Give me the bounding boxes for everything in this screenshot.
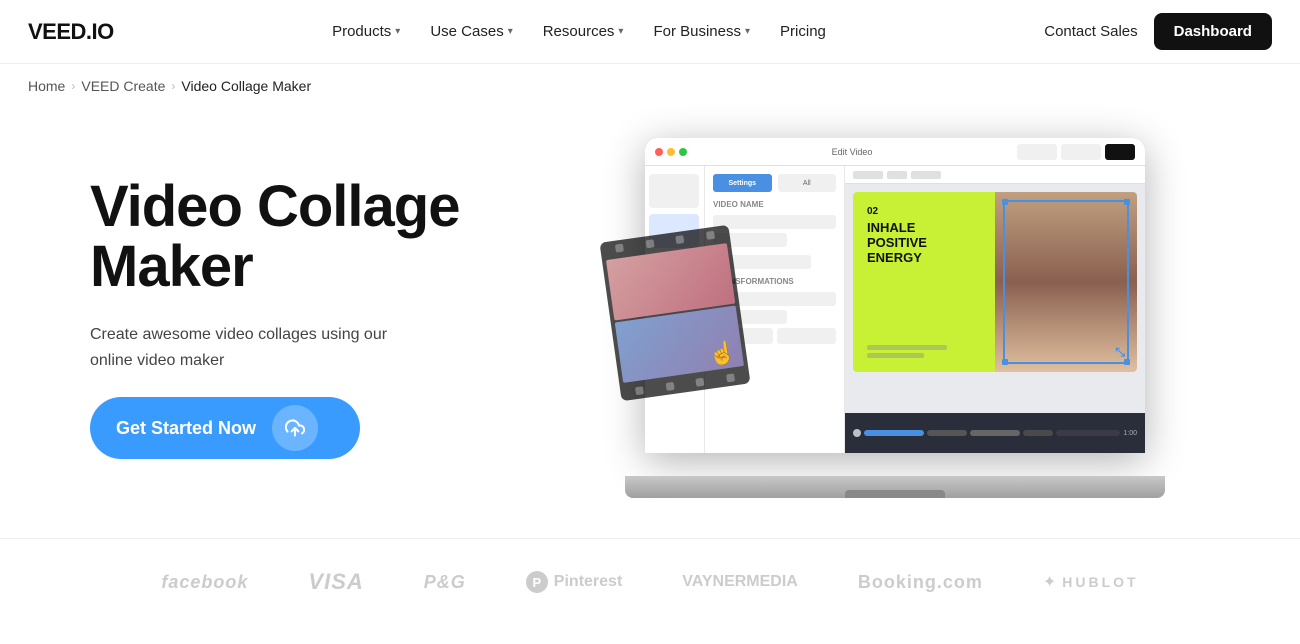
film-hole <box>615 244 624 253</box>
film-hole <box>726 373 735 382</box>
cta-label: Get Started Now <box>116 418 256 439</box>
tab-all[interactable]: All <box>803 180 811 187</box>
film-hole <box>665 382 674 391</box>
chevron-down-icon: ▾ <box>395 26 400 37</box>
hero-subtitle: Create awesome video collages using our … <box>90 322 430 373</box>
logo[interactable]: VEED.IO <box>28 19 114 45</box>
editor-topbar: Edit Video <box>645 138 1145 166</box>
brand-hublot: ✦ HUBLOT <box>1043 572 1139 592</box>
maximize-dot <box>679 148 687 156</box>
collage-text-line3: ENERGY <box>867 251 981 266</box>
chevron-down-icon: ▾ <box>745 26 750 37</box>
nav-for-business[interactable]: For Business ▾ <box>641 15 762 48</box>
filmstrip: ☝ <box>599 225 750 402</box>
collage-text-line2: POSITIVE <box>867 236 981 251</box>
header-right: Contact Sales Dashboard <box>1044 13 1272 50</box>
breadcrumb-home[interactable]: Home <box>28 78 65 94</box>
laptop-base <box>625 476 1165 498</box>
nav-resources[interactable]: Resources ▾ <box>531 15 636 48</box>
contact-sales-link[interactable]: Contact Sales <box>1044 23 1137 40</box>
main-nav: Products ▾ Use Cases ▾ Resources ▾ For B… <box>320 15 838 48</box>
chevron-down-icon: ▾ <box>618 26 623 37</box>
nav-use-cases[interactable]: Use Cases ▾ <box>418 15 524 48</box>
film-hole <box>635 386 644 395</box>
brand-vayner: VAYNERMEDIA <box>682 573 798 591</box>
minimize-dot <box>667 148 675 156</box>
brand-visa: VISA <box>308 569 363 595</box>
hero-title: Video Collage Maker <box>90 177 510 299</box>
tab-settings[interactable]: Settings <box>728 180 756 187</box>
brands-section: facebook VISA P&G P Pinterest VAYNERMEDI… <box>0 538 1300 625</box>
breadcrumb-separator: › <box>171 79 175 93</box>
editor-canvas: 02 INHALE POSITIVE ENERGY <box>845 166 1145 453</box>
brand-pg: P&G <box>424 572 466 593</box>
film-hole <box>706 231 715 240</box>
pinterest-icon: P <box>526 571 548 593</box>
brand-facebook: facebook <box>161 572 248 593</box>
film-hole <box>696 378 705 387</box>
upload-icon <box>272 405 318 451</box>
nav-products[interactable]: Products ▾ <box>320 15 412 48</box>
editor-title: Edit Video <box>695 147 1009 157</box>
header: VEED.IO Products ▾ Use Cases ▾ Resources… <box>0 0 1300 64</box>
breadcrumb-separator: › <box>71 79 75 93</box>
hero-section: Video Collage Maker Create awesome video… <box>0 108 1300 538</box>
panel-input <box>713 215 836 229</box>
film-hole <box>676 235 685 244</box>
cursor-icon: ☝ <box>707 339 738 369</box>
chevron-down-icon: ▾ <box>508 26 513 37</box>
window-controls <box>655 148 687 156</box>
breadcrumb-veed-create[interactable]: VEED Create <box>81 78 165 94</box>
collage-text-line1: INHALE <box>867 221 981 236</box>
hero-left: Video Collage Maker Create awesome video… <box>90 177 510 460</box>
film-hole <box>645 239 654 248</box>
dashboard-button[interactable]: Dashboard <box>1154 13 1272 50</box>
panel-label: Video Name <box>713 200 836 209</box>
nav-pricing[interactable]: Pricing <box>768 15 838 48</box>
collage-number: 02 <box>867 206 981 217</box>
laptop-notch <box>845 490 945 498</box>
sidebar-icon[interactable] <box>649 174 699 208</box>
hublot-icon: ✦ <box>1043 572 1056 592</box>
breadcrumb: Home › VEED Create › Video Collage Maker <box>0 64 1300 108</box>
brand-booking: Booking.com <box>858 572 983 593</box>
brand-pinterest: P Pinterest <box>526 571 622 593</box>
hero-right: Edit Video <box>550 138 1240 498</box>
laptop-mockup: Edit Video <box>625 138 1165 498</box>
hublot-label: HUBLOT <box>1062 574 1138 590</box>
breadcrumb-current: Video Collage Maker <box>181 78 311 94</box>
close-dot <box>655 148 663 156</box>
get-started-button[interactable]: Get Started Now <box>90 397 360 459</box>
pinterest-label: Pinterest <box>554 573 622 591</box>
